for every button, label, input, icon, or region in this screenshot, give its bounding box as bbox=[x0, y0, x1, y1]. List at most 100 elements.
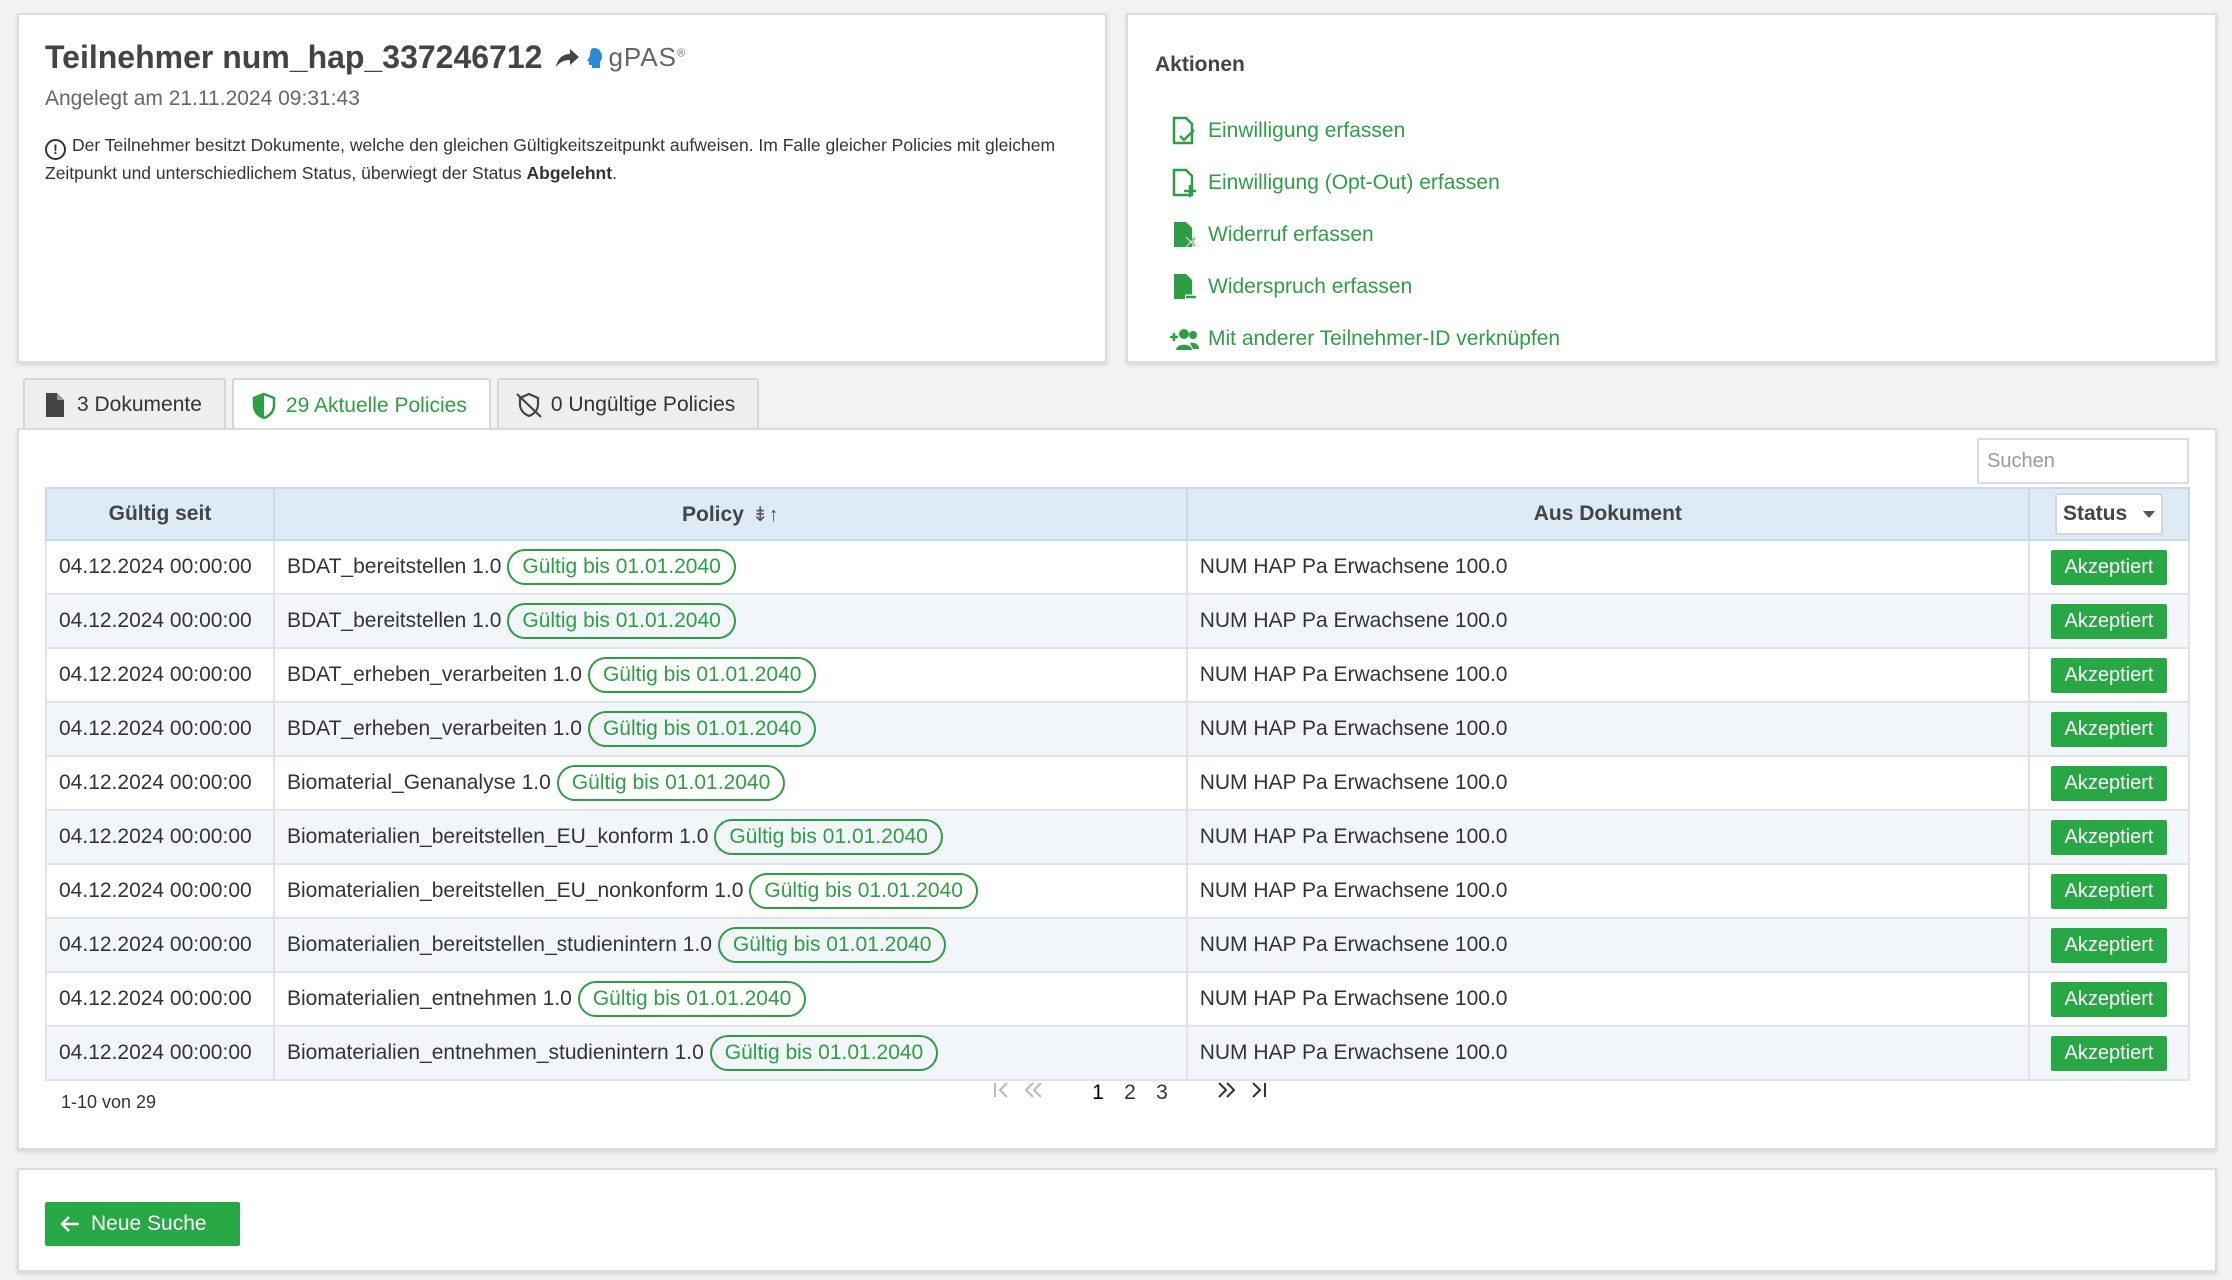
table-row[interactable]: 04.12.2024 00:00:00 Biomaterialien_bereit… bbox=[45, 863, 2190, 919]
table-row[interactable]: 04.12.2024 00:00:00 BDAT_erheben_verarbei… bbox=[45, 701, 2190, 757]
actions-title: Aktionen bbox=[1155, 53, 1245, 76]
tab-invalid-policies[interactable]: 0 Ungültige Policies bbox=[496, 378, 760, 430]
table-row[interactable]: 04.12.2024 00:00:00 Biomaterialien_bereit… bbox=[45, 917, 2190, 973]
cell-document: NUM HAP Pa Erwachsene 100.0 bbox=[1185, 1025, 2031, 1081]
status-accepted-button[interactable]: Akzeptiert bbox=[2050, 819, 2168, 855]
cell-document: NUM HAP Pa Erwachsene 100.0 bbox=[1185, 539, 2031, 595]
cell-status: Akzeptiert bbox=[2028, 971, 2190, 1027]
status-accepted-button[interactable]: Akzeptiert bbox=[2050, 873, 2168, 909]
table-row[interactable]: 04.12.2024 00:00:00 Biomaterialien_entneh… bbox=[45, 971, 2190, 1027]
page-2-link[interactable]: 2 bbox=[1119, 1081, 1141, 1105]
header-document[interactable]: Aus Dokument bbox=[1185, 487, 2031, 541]
table-row[interactable]: 04.12.2024 00:00:00 Biomaterialien_bereit… bbox=[45, 809, 2190, 865]
gpas-logo-icon bbox=[587, 47, 603, 68]
cell-valid-since: 04.12.2024 00:00:00 bbox=[45, 971, 275, 1027]
valid-until-badge: Gültig bis 01.01.2040 bbox=[749, 873, 978, 909]
search-input[interactable] bbox=[1977, 438, 2189, 484]
status-accepted-button[interactable]: Akzeptiert bbox=[2050, 927, 2168, 963]
next-page-icon[interactable] bbox=[1215, 1080, 1237, 1106]
action-link-participant[interactable]: Mit anderer Teilnehmer-ID verknüpfen bbox=[1168, 313, 1560, 365]
status-accepted-button[interactable]: Akzeptiert bbox=[2050, 765, 2168, 801]
status-accepted-button[interactable]: Akzeptiert bbox=[2050, 549, 2168, 585]
policy-name: BDAT_bereitstellen 1.0 bbox=[286, 555, 502, 578]
status-accepted-button[interactable]: Akzeptiert bbox=[2050, 1035, 2168, 1071]
gpas-link[interactable]: gPAS® bbox=[554, 42, 686, 73]
cell-policy: Biomaterialien_bereitstellen_EU_konform … bbox=[272, 809, 1188, 865]
page-title: Teilnehmer num_hap_337246712 bbox=[45, 39, 543, 75]
cell-policy: BDAT_erheben_verarbeiten 1.0 Gültig bis 0… bbox=[272, 701, 1188, 757]
cell-valid-since: 04.12.2024 00:00:00 bbox=[45, 755, 275, 811]
cell-document: NUM HAP Pa Erwachsene 100.0 bbox=[1185, 917, 2031, 973]
cell-policy: Biomaterialien_entnehmen 1.0 Gültig bis 0… bbox=[272, 971, 1188, 1027]
table-row[interactable]: 04.12.2024 00:00:00 Biomaterialien_entneh… bbox=[45, 1025, 2190, 1081]
cell-policy: Biomaterialien_bereitstellen_EU_nonkonfo… bbox=[272, 863, 1188, 919]
notice-status-bold: Abgelehnt bbox=[526, 163, 613, 183]
cell-document: NUM HAP Pa Erwachsene 100.0 bbox=[1185, 647, 2031, 703]
pagination-range: 1-10 von 29 bbox=[61, 1092, 157, 1112]
prev-page-icon[interactable] bbox=[1023, 1080, 1045, 1106]
bottom-card: Neue Suche bbox=[17, 1168, 2217, 1272]
cell-policy: BDAT_bereitstellen 1.0 Gültig bis 01.01.2… bbox=[272, 593, 1188, 649]
tab-current-policies[interactable]: 29 Aktuelle Policies bbox=[231, 378, 491, 432]
status-filter-dropdown[interactable]: Status bbox=[2055, 493, 2163, 535]
cell-document: NUM HAP Pa Erwachsene 100.0 bbox=[1185, 809, 2031, 865]
action-record-consent[interactable]: Einwilligung erfassen bbox=[1168, 105, 1560, 157]
cell-document: NUM HAP Pa Erwachsene 100.0 bbox=[1185, 701, 2031, 757]
cell-valid-since: 04.12.2024 00:00:00 bbox=[45, 539, 275, 595]
valid-until-badge: Gültig bis 01.01.2040 bbox=[507, 603, 736, 639]
header-status: Status bbox=[2028, 487, 2190, 541]
status-accepted-button[interactable]: Akzeptiert bbox=[2050, 711, 2168, 747]
page-3-link[interactable]: 3 bbox=[1151, 1081, 1173, 1105]
participant-card: Teilnehmer num_hap_337246712 gPAS® Angel… bbox=[17, 13, 1107, 363]
header-policy[interactable]: Policy ⇟↑ bbox=[272, 487, 1188, 541]
shield-slash-icon bbox=[516, 392, 542, 418]
table-row[interactable]: 04.12.2024 00:00:00 BDAT_bereitstellen 1.… bbox=[45, 593, 2190, 649]
cell-status: Akzeptiert bbox=[2028, 539, 2190, 595]
cell-status: Akzeptiert bbox=[2028, 863, 2190, 919]
action-record-revocation[interactable]: Widerruf erfassen bbox=[1168, 209, 1560, 261]
policies-table: Gültig seit Policy ⇟↑ Aus Dokument Status… bbox=[45, 487, 2190, 1081]
policy-name: BDAT_bereitstellen 1.0 bbox=[286, 609, 502, 632]
policy-name: Biomaterialien_entnehmen_studienintern 1… bbox=[286, 1041, 704, 1064]
first-page-icon[interactable] bbox=[991, 1080, 1013, 1106]
status-accepted-button[interactable]: Akzeptiert bbox=[2050, 603, 2168, 639]
new-search-button[interactable]: Neue Suche bbox=[45, 1202, 240, 1246]
tab-label: 0 Ungültige Policies bbox=[550, 393, 736, 416]
pagination: 1 2 3 bbox=[991, 1080, 1269, 1106]
valid-until-badge: Gültig bis 01.01.2040 bbox=[507, 549, 736, 585]
tab-documents[interactable]: 3 Dokumente bbox=[23, 378, 226, 430]
sort-icon[interactable]: ⇟↑ bbox=[752, 504, 779, 526]
action-record-optout-consent[interactable]: Einwilligung (Opt-Out) erfassen bbox=[1168, 157, 1560, 209]
valid-until-badge: Gültig bis 01.01.2040 bbox=[556, 765, 786, 801]
document-x-icon bbox=[1174, 222, 1197, 248]
new-search-label: Neue Suche bbox=[91, 1212, 207, 1235]
info-icon: ! bbox=[45, 139, 66, 160]
cell-valid-since: 04.12.2024 00:00:00 bbox=[45, 809, 275, 865]
cell-policy: Biomaterialien_entnehmen_studienintern 1… bbox=[272, 1025, 1188, 1081]
action-label: Widerruf erfassen bbox=[1208, 223, 1374, 246]
policy-name: BDAT_erheben_verarbeiten 1.0 bbox=[286, 717, 582, 740]
page-1-link[interactable]: 1 bbox=[1087, 1081, 1109, 1105]
header-valid-since[interactable]: Gültig seit bbox=[45, 487, 275, 541]
action-record-objection[interactable]: Widerspruch erfassen bbox=[1168, 261, 1560, 313]
actions-list: Einwilligung erfassen Einwilligung (Opt-… bbox=[1168, 105, 1560, 365]
cell-policy: Biomaterial_Genanalyse 1.0 Gültig bis 01.… bbox=[272, 755, 1188, 811]
table-row[interactable]: 04.12.2024 00:00:00 Biomaterial_Genanalys… bbox=[45, 755, 2190, 811]
cell-document: NUM HAP Pa Erwachsene 100.0 bbox=[1185, 971, 2031, 1027]
valid-until-badge: Gültig bis 01.01.2040 bbox=[717, 927, 947, 963]
status-accepted-button[interactable]: Akzeptiert bbox=[2050, 657, 2168, 693]
cell-status: Akzeptiert bbox=[2028, 701, 2190, 757]
shield-icon bbox=[252, 392, 276, 420]
cell-valid-since: 04.12.2024 00:00:00 bbox=[45, 593, 275, 649]
document-check-icon bbox=[1172, 116, 1195, 145]
status-accepted-button[interactable]: Akzeptiert bbox=[2050, 981, 2168, 1017]
policy-name: Biomaterialien_bereitstellen_studieninte… bbox=[286, 933, 712, 956]
table-row[interactable]: 04.12.2024 00:00:00 BDAT_erheben_verarbei… bbox=[45, 647, 2190, 703]
valid-until-badge: Gültig bis 01.01.2040 bbox=[577, 981, 807, 1017]
document-plus-icon bbox=[1172, 168, 1196, 197]
table-row[interactable]: 04.12.2024 00:00:00 BDAT_bereitstellen 1.… bbox=[45, 539, 2190, 595]
last-page-icon[interactable] bbox=[1247, 1080, 1269, 1106]
cell-policy: BDAT_bereitstellen 1.0 Gültig bis 01.01.2… bbox=[272, 539, 1188, 595]
policy-name: BDAT_erheben_verarbeiten 1.0 bbox=[286, 663, 582, 686]
valid-until-badge: Gültig bis 01.01.2040 bbox=[709, 1035, 939, 1071]
